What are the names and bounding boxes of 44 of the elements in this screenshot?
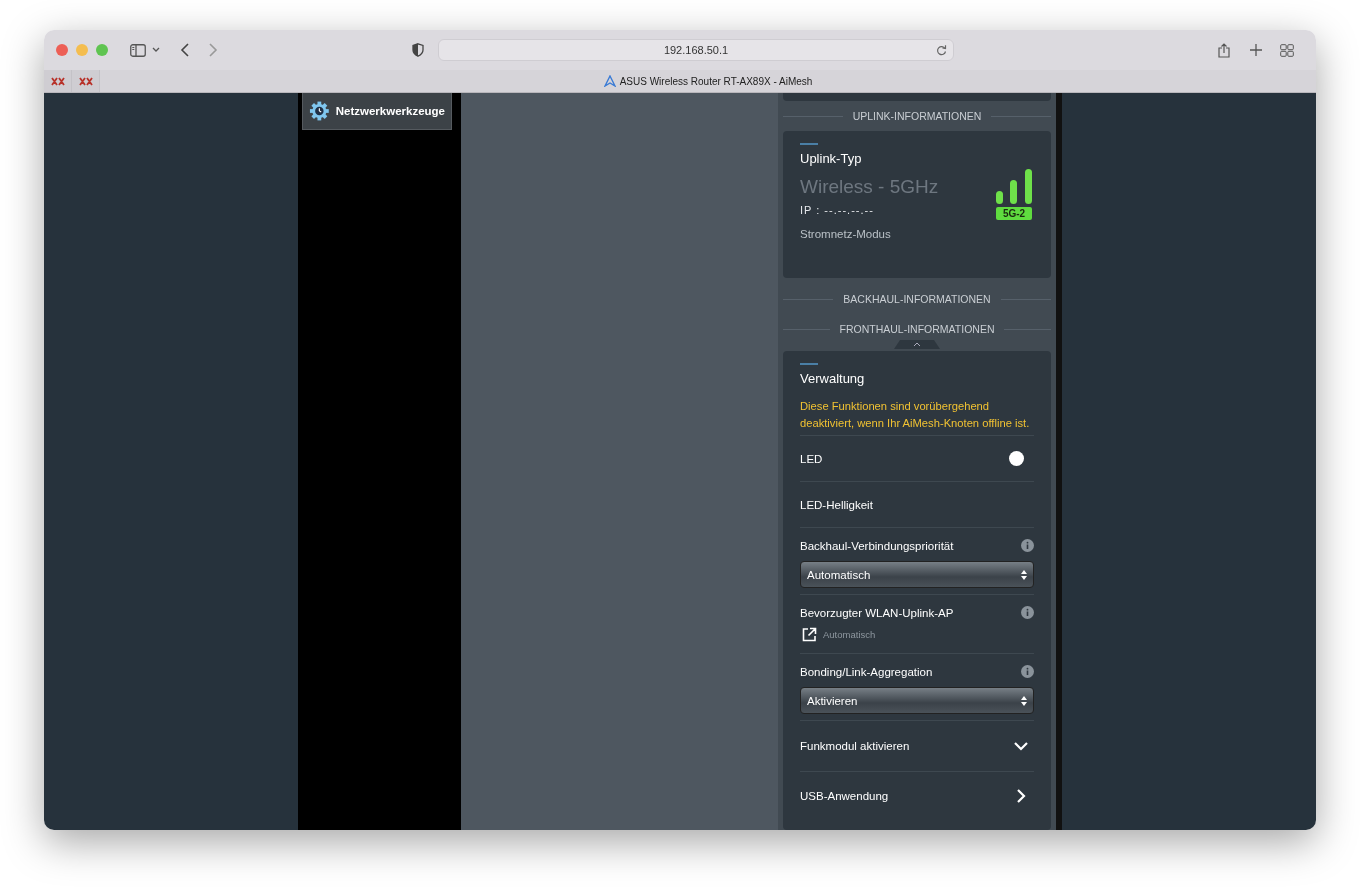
pinned-tab-icon[interactable]: [50, 76, 65, 86]
info-icon[interactable]: [1021, 539, 1034, 552]
setting-label: Funkmodul aktivieren: [800, 740, 910, 752]
dropdown-select[interactable]: Aktivieren: [800, 687, 1034, 714]
dropdown-select[interactable]: Automatisch: [800, 561, 1034, 588]
mode-label: Stromnetz-Modus: [800, 228, 892, 240]
up-down-arrows-icon: [1021, 569, 1027, 580]
notice-text: Diese Funktionen sind vorübergehend deaktiviert, wenn Ihr AiMesh-Knoten offline ist.: [800, 399, 1031, 431]
triangle-logo-icon: [603, 75, 616, 87]
setting-label: LED: [800, 452, 823, 465]
external-link-icon: [802, 627, 817, 642]
card-title: Verwaltung: [800, 371, 866, 386]
setting-label: Bonding/Link-Aggregation: [800, 665, 933, 678]
info-icon[interactable]: [1021, 606, 1034, 619]
section-heading: UPLINK-INFORMATIONEN: [852, 110, 982, 122]
ip-address: IP : --.--.--.--: [800, 204, 875, 216]
sidebar-item[interactable]: Netzwerkwerkzeuge: [302, 93, 452, 130]
band-badge: 5G-2: [995, 207, 1033, 220]
info-icon[interactable]: [1021, 665, 1034, 678]
uplink-ap-link[interactable]: Automatisch: [800, 627, 1034, 642]
tabs-overview-icon[interactable]: [1280, 43, 1294, 57]
chevron-down-icon[interactable]: [152, 47, 160, 53]
back-icon[interactable]: [180, 43, 189, 57]
setting-label: LED-Helligkeit: [800, 498, 873, 511]
uplink-type: Wireless - 5GHz: [800, 176, 939, 198]
gear-icon: [309, 100, 330, 122]
card-title: Uplink-Typ: [800, 151, 863, 166]
setting-label: Backhaul-Verbindungspriorität: [800, 539, 954, 552]
signal-icon: [994, 169, 1034, 205]
section-heading: FRONTHAUL-INFORMATIONEN: [839, 323, 995, 335]
plus-icon[interactable]: [1250, 44, 1262, 56]
section-heading: BACKHAUL-INFORMATIONEN: [843, 293, 991, 305]
chevron-right-icon[interactable]: [1017, 789, 1026, 803]
sidebar-icon[interactable]: [130, 43, 146, 57]
led-toggle[interactable]: [1009, 451, 1024, 466]
pinned-tab-icon[interactable]: [78, 76, 93, 86]
address-field[interactable]: 192.168.50.1: [438, 39, 954, 61]
share-icon[interactable]: [1218, 42, 1230, 58]
setting-label: USB-Anwendung: [800, 790, 889, 802]
setting-label: Bevorzugter WLAN-Uplink-AP: [800, 606, 954, 619]
up-down-arrows-icon: [1021, 695, 1027, 706]
shield-icon[interactable]: [412, 43, 424, 57]
close-button[interactable]: [56, 44, 68, 56]
reload-icon[interactable]: [936, 44, 947, 56]
